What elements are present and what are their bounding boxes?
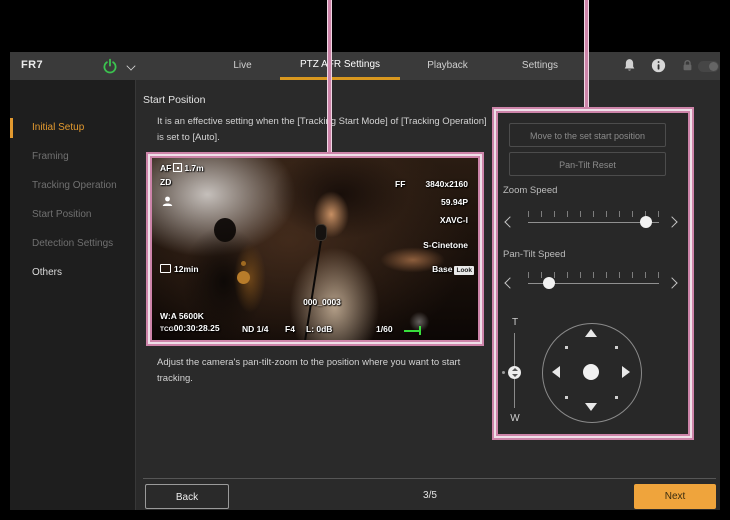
info-icon <box>651 58 666 73</box>
timecode-value: 00:30:28.25 <box>174 323 220 333</box>
outro-text: Adjust the camera's pan-tilt-zoom to the… <box>157 355 487 387</box>
joystick-center-knob[interactable] <box>583 364 599 380</box>
osd-frame-rate: 59.94P <box>441 197 468 207</box>
sidebar-item-initial-setup[interactable]: Initial Setup <box>10 116 135 140</box>
osd-iris: F4 <box>285 324 295 334</box>
zoom-speed-label: Zoom Speed <box>503 185 557 196</box>
camera-preview: AF 1.7m ZD FF 3840x2160 59.94P XAVC-I S-C… <box>150 156 480 342</box>
saxophone-shape <box>237 271 250 284</box>
zoom-speed-slider <box>504 209 682 235</box>
camera-live-image: AF 1.7m ZD FF 3840x2160 59.94P XAVC-I S-C… <box>152 158 478 340</box>
sidebar-item-detection-settings[interactable]: Detection Settings <box>10 232 135 256</box>
focus-distance: 1.7m <box>184 163 203 173</box>
osd-focus-mode: AF 1.7m <box>160 163 204 173</box>
zoom-speed-ticks <box>528 211 659 217</box>
face-detect-icon <box>161 195 174 209</box>
lock-icon <box>681 59 694 77</box>
osd-resolution: 3840x2160 <box>425 179 468 189</box>
zoom-rocker-thumb[interactable] <box>508 366 521 379</box>
top-bar: FR7 Live PTZ AFR Settings Playback Setti… <box>10 52 720 80</box>
footer-divider <box>143 478 716 479</box>
joystick-corner-dot <box>615 346 618 349</box>
tab-playback[interactable]: Playback <box>400 52 495 80</box>
page-title: Start Position <box>143 94 205 106</box>
panel-annotation-box: Move to the set start position Pan-Tilt … <box>492 107 694 440</box>
zoom-speed-increase-icon[interactable] <box>666 216 677 227</box>
zoom-rocker-tick <box>502 371 505 374</box>
next-button[interactable]: Next <box>634 484 716 509</box>
sidebar-item-tracking-operation[interactable]: Tracking Operation <box>10 174 135 198</box>
zoom-speed-decrease-icon[interactable] <box>504 216 515 227</box>
sidebar: Initial Setup Framing Tracking Operation… <box>10 80 135 510</box>
sidebar-item-others[interactable]: Others <box>10 261 135 285</box>
osd-look: S-Cinetone <box>423 240 468 250</box>
tab-live[interactable]: Live <box>205 52 280 80</box>
focus-indicator-icon <box>404 326 426 335</box>
af-area-icon <box>173 163 182 172</box>
info-button[interactable] <box>651 58 666 78</box>
chevron-down-icon[interactable] <box>127 62 136 71</box>
timecode-label: TCG <box>160 326 174 333</box>
pan-tilt-speed-label: Pan-Tilt Speed <box>503 249 566 260</box>
tab-settings[interactable]: Settings <box>495 52 585 80</box>
pan-tilt-speed-track[interactable] <box>528 283 659 284</box>
page-indicator: 3/5 <box>290 490 570 501</box>
osd-clip-name: 000_0003 <box>272 297 372 307</box>
tele-label: T <box>509 317 521 328</box>
sax-player-silhouette <box>214 218 236 242</box>
osd-base-look: BaseLook <box>432 264 474 275</box>
sidebar-item-start-position[interactable]: Start Position <box>10 203 135 227</box>
pan-tilt-reset-button[interactable]: Pan-Tilt Reset <box>509 152 666 176</box>
tab-bar: Live PTZ AFR Settings Playback Settings <box>205 52 585 80</box>
joystick-right-arrow[interactable] <box>622 366 630 378</box>
notification-button[interactable] <box>622 58 637 78</box>
annotation-line-preview <box>327 0 332 153</box>
annotation-line-panel <box>584 0 589 109</box>
base-label: Base <box>432 264 452 274</box>
joystick-corner-dot <box>565 396 568 399</box>
back-button[interactable]: Back <box>145 484 229 509</box>
bell-icon <box>622 58 637 73</box>
joystick-corner-dot <box>615 396 618 399</box>
focus-mode-label: AF <box>160 163 171 173</box>
osd-timecode: TCG00:30:28.25 <box>160 323 220 333</box>
pan-tilt-speed-slider <box>504 270 682 296</box>
osd-codec: XAVC-I <box>440 215 468 225</box>
sidebar-item-framing[interactable]: Framing <box>10 145 135 169</box>
osd-nd-filter: ND 1/4 <box>242 324 268 334</box>
joystick-corner-dot <box>565 346 568 349</box>
pan-tilt-speed-increase-icon[interactable] <box>666 277 677 288</box>
pan-tilt-speed-thumb[interactable] <box>543 277 555 289</box>
screenshot-stage: FR7 Live PTZ AFR Settings Playback Setti… <box>0 0 730 520</box>
intro-text: It is an effective setting when the [Tra… <box>157 114 495 146</box>
wide-label: W <box>509 413 521 424</box>
joystick-up-arrow[interactable] <box>585 329 597 337</box>
osd-sensor-mode: FF <box>395 179 405 189</box>
osd-white-balance: W:A 5600K <box>160 311 204 321</box>
osd-media-remaining: 12min <box>160 264 199 274</box>
power-button[interactable] <box>102 58 118 74</box>
move-to-start-position-button[interactable]: Move to the set start position <box>509 123 666 147</box>
device-name: FR7 <box>21 59 43 71</box>
zoom-speed-track[interactable] <box>528 222 659 223</box>
zoom-speed-thumb[interactable] <box>640 216 652 228</box>
ptz-control-panel: Move to the set start position Pan-Tilt … <box>496 111 690 436</box>
joystick-down-arrow[interactable] <box>585 403 597 411</box>
osd-shutter: 1/60 <box>376 324 393 334</box>
toggle-knob <box>709 62 718 71</box>
microphone <box>315 224 327 241</box>
joystick-left-arrow[interactable] <box>552 366 560 378</box>
osd-zoom-indicator: ZD <box>160 177 171 187</box>
media-card-icon <box>160 264 171 273</box>
osd-gain: L: 0dB <box>306 324 332 334</box>
pan-tilt-speed-decrease-icon[interactable] <box>504 277 515 288</box>
power-icon <box>102 58 118 74</box>
tab-ptz-afr-settings[interactable]: PTZ AFR Settings <box>280 52 400 80</box>
preview-annotation-box: AF 1.7m ZD FF 3840x2160 59.94P XAVC-I S-C… <box>146 152 484 346</box>
media-remaining-value: 12min <box>174 264 199 274</box>
base-look-badge: Look <box>454 266 474 275</box>
lock-toggle[interactable] <box>698 61 719 72</box>
